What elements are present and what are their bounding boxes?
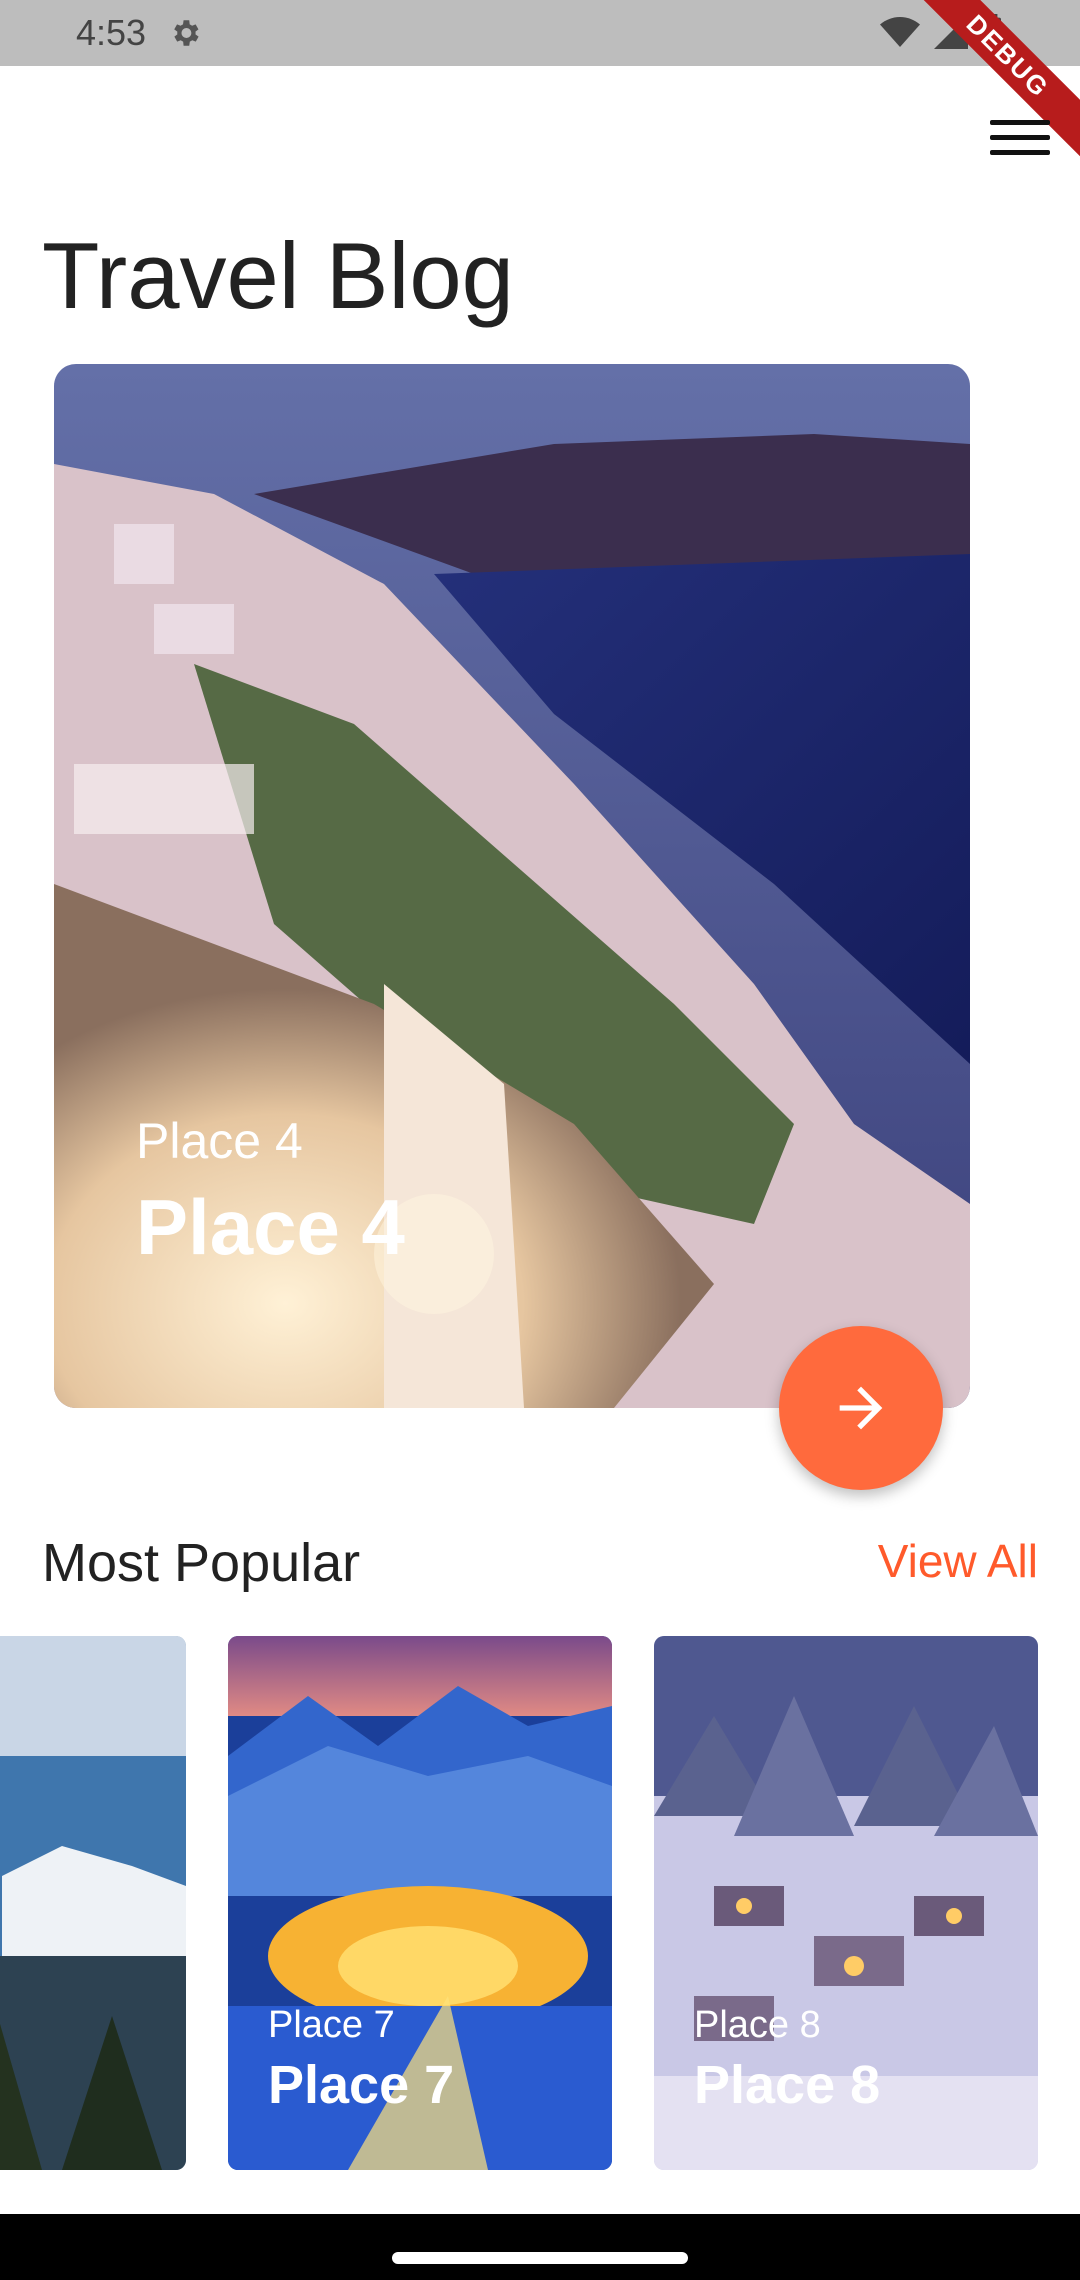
popular-card-place-6[interactable]: 6 — [0, 1636, 186, 2170]
popular-card-title: Place 7 — [268, 2055, 455, 2115]
popular-card-subtitle: Place 8 — [694, 2004, 821, 2046]
screen: 4:53 DEBUG Travel Blog Place 4 Place 4 M… — [0, 0, 1080, 2280]
featured-subtitle: Place 4 — [136, 1113, 303, 1169]
status-bar: 4:53 DEBUG — [0, 0, 1080, 177]
popular-card-title: Place 8 — [694, 2055, 881, 2115]
status-time: 4:53 — [76, 12, 147, 53]
page-title: Travel Blog — [42, 223, 514, 328]
arrow-right-icon — [839, 1386, 883, 1430]
system-navigation-bar — [0, 2214, 1080, 2280]
section-title-most-popular: Most Popular — [42, 1533, 361, 1593]
hamburger-menu-icon[interactable] — [990, 120, 1050, 164]
wifi-icon — [880, 17, 920, 47]
settings-gear-icon — [174, 20, 199, 46]
popular-card-subtitle: Place 7 — [268, 2004, 395, 2046]
popular-card-image — [0, 1636, 186, 2170]
next-button[interactable] — [779, 1326, 943, 1490]
home-indicator[interactable] — [392, 2252, 688, 2264]
featured-title: Place 4 — [136, 1183, 405, 1271]
popular-card-place-8[interactable]: Place 8 Place 8 — [654, 1636, 1038, 2170]
popular-card-place-7[interactable]: Place 7 Place 7 — [228, 1636, 612, 2170]
view-all-link[interactable]: View All — [878, 1534, 1038, 1588]
featured-card[interactable]: Place 4 Place 4 — [54, 364, 970, 1408]
